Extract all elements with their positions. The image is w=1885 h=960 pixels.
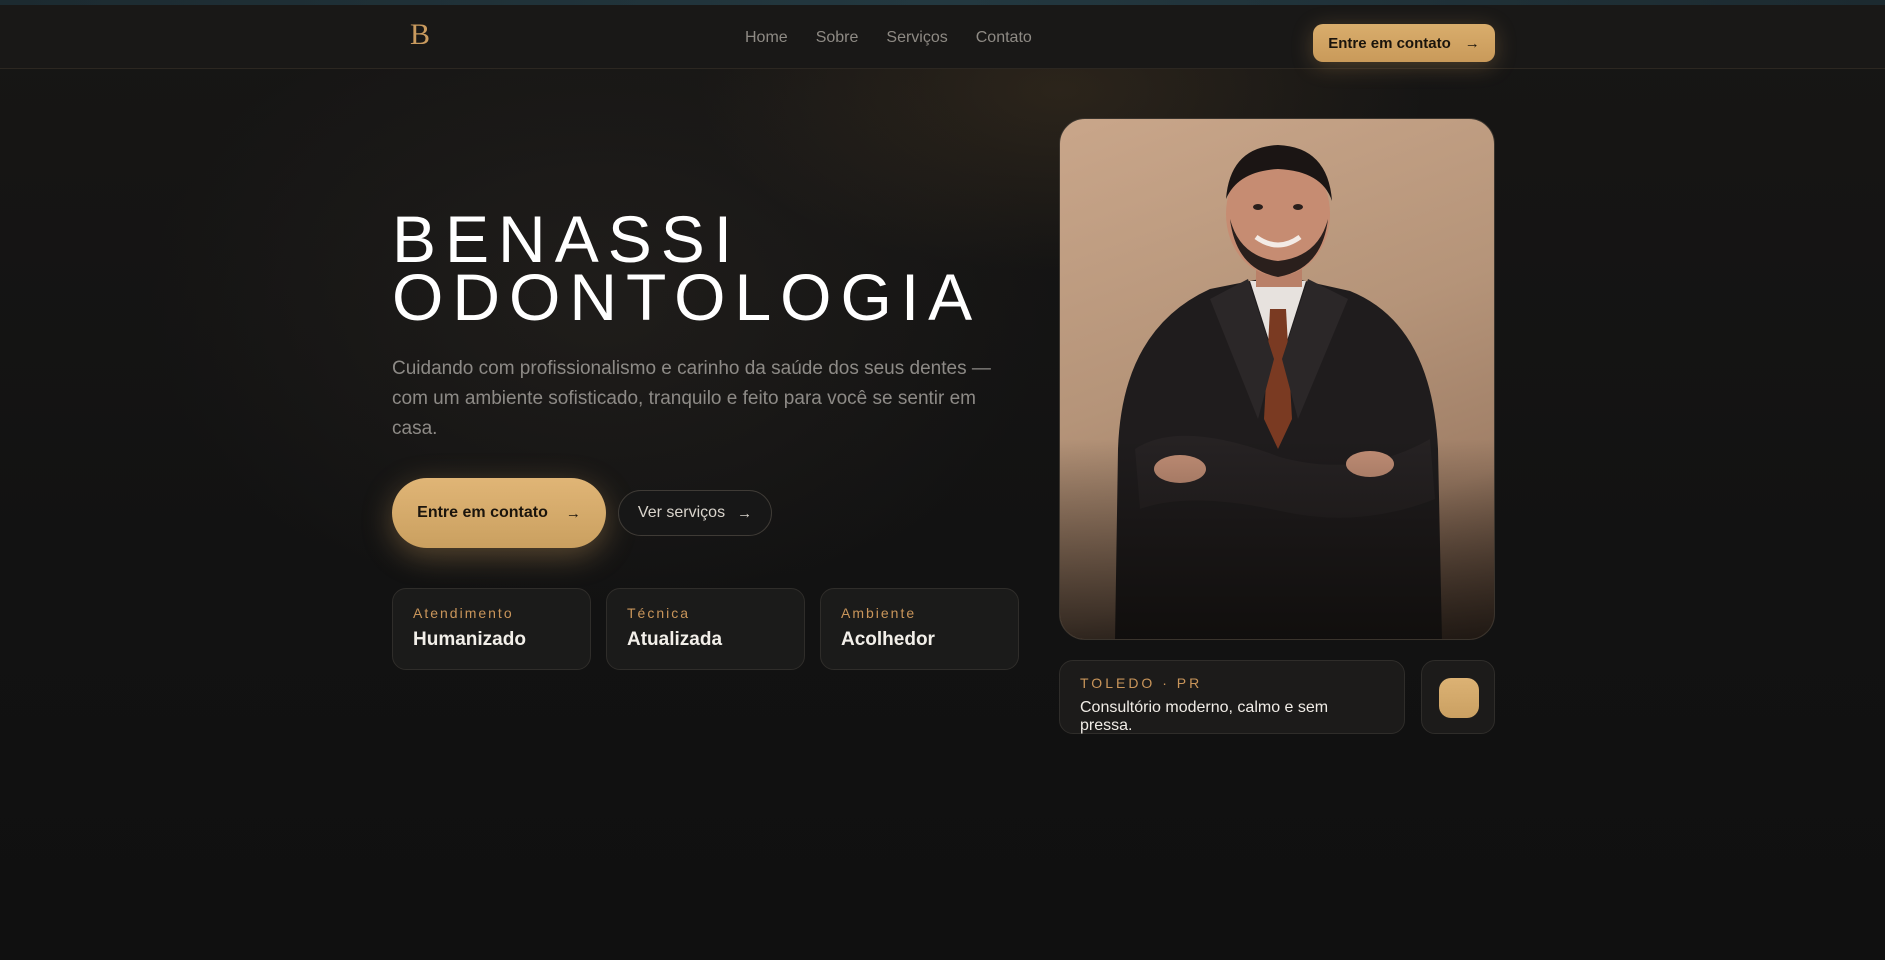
main-nav: Home Sobre Serviços Contato	[745, 29, 1032, 47]
arrow-right-icon: →	[1464, 34, 1480, 52]
feature-label: Técnica	[627, 605, 691, 621]
header-contact-label: Entre em contato	[1328, 34, 1451, 52]
accent-swatch	[1439, 678, 1479, 718]
nav-sobre[interactable]: Sobre	[816, 29, 859, 47]
feature-value: Atualizada	[627, 629, 723, 650]
hero-title-line2: ODONTOLOGIA	[392, 260, 982, 334]
arrow-right-icon: →	[737, 504, 753, 522]
brand-logo[interactable]: B	[410, 17, 442, 53]
nav-contato[interactable]: Contato	[976, 29, 1032, 47]
site-header: B Home Sobre Serviços Contato Entre em c…	[0, 5, 1885, 69]
hero-title: BENASSI ODONTOLOGIA	[392, 206, 1012, 334]
header-contact-button[interactable]: Entre em contato →	[1313, 24, 1495, 62]
view-services-button[interactable]: Ver serviços →	[618, 490, 772, 536]
nav-home[interactable]: Home	[745, 29, 788, 47]
feature-card-ambiente: Ambiente Acolhedor	[820, 588, 1019, 670]
feature-label: Ambiente	[841, 605, 917, 621]
feature-card-tecnica: Técnica Atualizada	[606, 588, 805, 670]
photo-gradient-overlay	[1060, 439, 1494, 639]
hero-contact-button[interactable]: Entre em contato →	[392, 478, 606, 548]
accent-badge-card	[1421, 660, 1495, 734]
hero-subtitle: Cuidando com profissionalismo e carinho …	[392, 358, 991, 439]
feature-label: Atendimento	[413, 605, 514, 621]
location-card: TOLEDO · PR Consultório moderno, calmo e…	[1059, 660, 1405, 734]
feature-value: Humanizado	[413, 629, 526, 650]
location-place: TOLEDO · PR	[1080, 675, 1203, 691]
view-services-label: Ver serviços	[637, 504, 726, 521]
nav-servicos[interactable]: Serviços	[886, 29, 947, 47]
location-description: Consultório moderno, calmo e sem pressa.	[1080, 699, 1329, 734]
dentist-photo	[1059, 118, 1495, 640]
arrow-right-icon: →	[565, 504, 581, 522]
hero-contact-label: Entre em contato	[417, 504, 548, 521]
feature-value: Acolhedor	[841, 629, 935, 650]
feature-card-atendimento: Atendimento Humanizado	[392, 588, 591, 670]
